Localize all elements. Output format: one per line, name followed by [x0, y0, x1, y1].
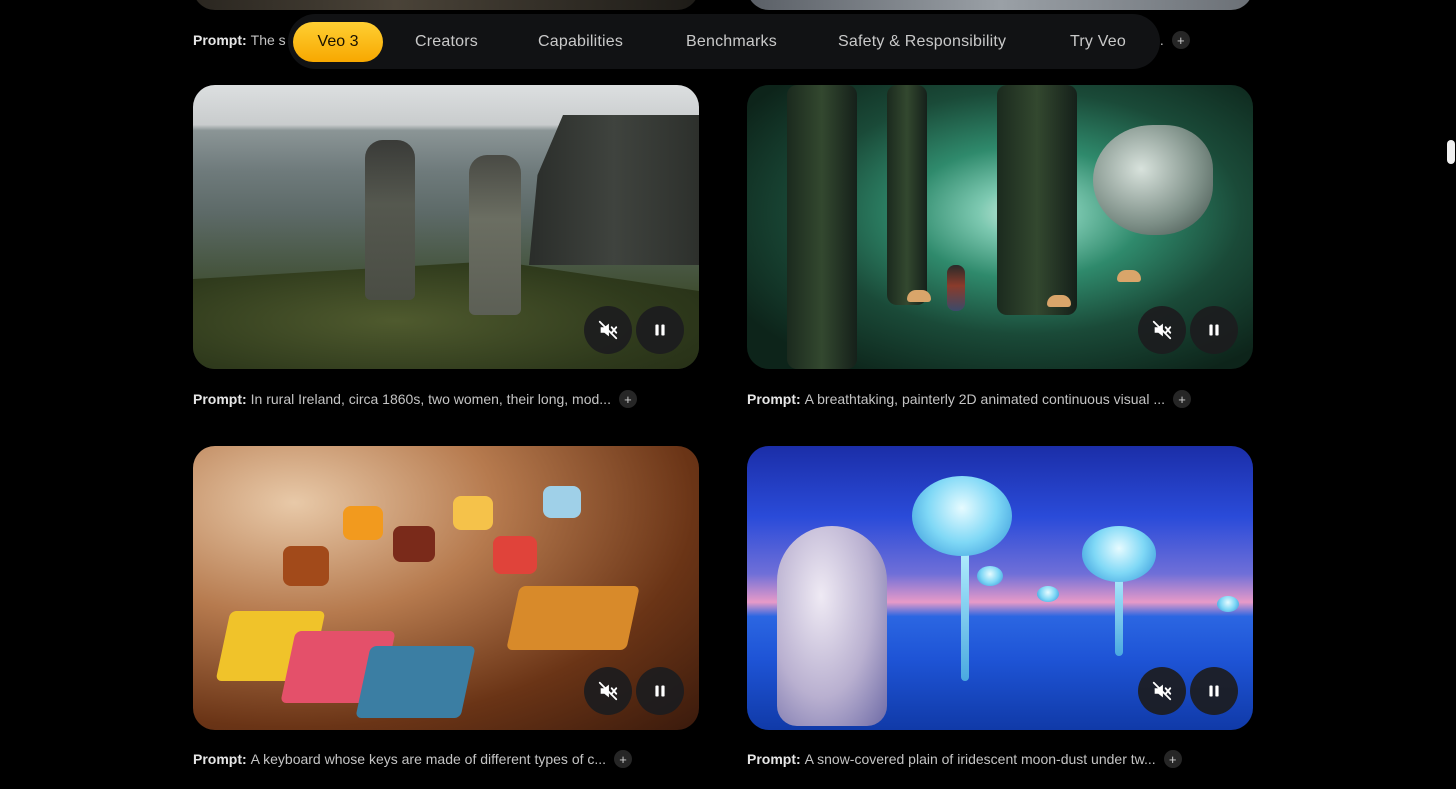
pause-button[interactable] [1190, 306, 1238, 354]
pause-button[interactable] [1190, 667, 1238, 715]
volume-off-icon [1152, 681, 1172, 701]
video-frame [777, 526, 887, 726]
plus-icon[interactable]: + [1163, 750, 1182, 768]
volume-off-icon [1152, 320, 1172, 340]
mute-button[interactable] [1138, 306, 1186, 354]
video-card-keyboard[interactable] [193, 446, 699, 730]
video-card-ireland[interactable] [193, 85, 699, 369]
prompt-label: Prompt: [193, 32, 247, 48]
video-frame [1093, 125, 1213, 235]
prompt-row: Prompt: In rural Ireland, circa 1860s, t… [193, 389, 637, 409]
prompt-label: Prompt: [747, 751, 801, 767]
nav-tab-safety[interactable]: Safety & Responsibility [838, 14, 1006, 69]
video-card-forest[interactable] [747, 85, 1253, 369]
mute-button[interactable] [584, 306, 632, 354]
prompt-text: A breathtaking, painterly 2D animated co… [804, 391, 1165, 407]
nav-tab-capabilities[interactable]: Capabilities [538, 14, 623, 69]
prompt-top-right: .. + [1156, 30, 1190, 50]
mute-button[interactable] [1138, 667, 1186, 715]
plus-icon[interactable]: + [618, 390, 637, 408]
plus-icon[interactable]: + [614, 750, 633, 768]
pause-button[interactable] [636, 667, 684, 715]
prompt-row: Prompt: A keyboard whose keys are made o… [193, 749, 633, 769]
video-card-top-left[interactable] [193, 0, 699, 10]
pause-button[interactable] [636, 306, 684, 354]
volume-off-icon [598, 681, 618, 701]
prompt-top-left: Prompt: The s [193, 30, 286, 50]
prompt-label: Prompt: [747, 391, 801, 407]
scrollbar-thumb[interactable] [1447, 140, 1455, 164]
prompt-text: The s [250, 32, 286, 48]
prompt-text: In rural Ireland, circa 1860s, two women… [250, 391, 611, 407]
section-nav: Veo 3 Creators Capabilities Benchmarks S… [288, 14, 1160, 69]
mute-button[interactable] [584, 667, 632, 715]
nav-tab-creators[interactable]: Creators [415, 14, 478, 69]
nav-tab-try-veo[interactable]: Try Veo [1070, 14, 1126, 69]
prompt-text: A keyboard whose keys are made of differ… [250, 751, 607, 767]
video-frame [529, 115, 699, 265]
nav-tab-veo-3[interactable]: Veo 3 [293, 22, 383, 62]
video-card-moon-dust[interactable] [747, 446, 1253, 730]
pause-icon [655, 685, 665, 697]
prompt-label: Prompt: [193, 391, 247, 407]
prompt-text: A snow-covered plain of iridescent moon-… [804, 751, 1156, 767]
video-card-top-right[interactable] [747, 0, 1253, 10]
plus-icon[interactable]: + [1173, 390, 1191, 408]
pause-icon [1209, 685, 1219, 697]
volume-off-icon [598, 320, 618, 340]
plus-icon[interactable]: + [1171, 31, 1190, 49]
prompt-label: Prompt: [193, 751, 247, 767]
pause-icon [1209, 324, 1219, 336]
pause-icon [655, 324, 665, 336]
prompt-row: Prompt: A snow-covered plain of iridesce… [747, 749, 1182, 769]
prompt-row: Prompt: A breathtaking, painterly 2D ani… [747, 389, 1191, 409]
nav-tab-benchmarks[interactable]: Benchmarks [686, 14, 777, 69]
